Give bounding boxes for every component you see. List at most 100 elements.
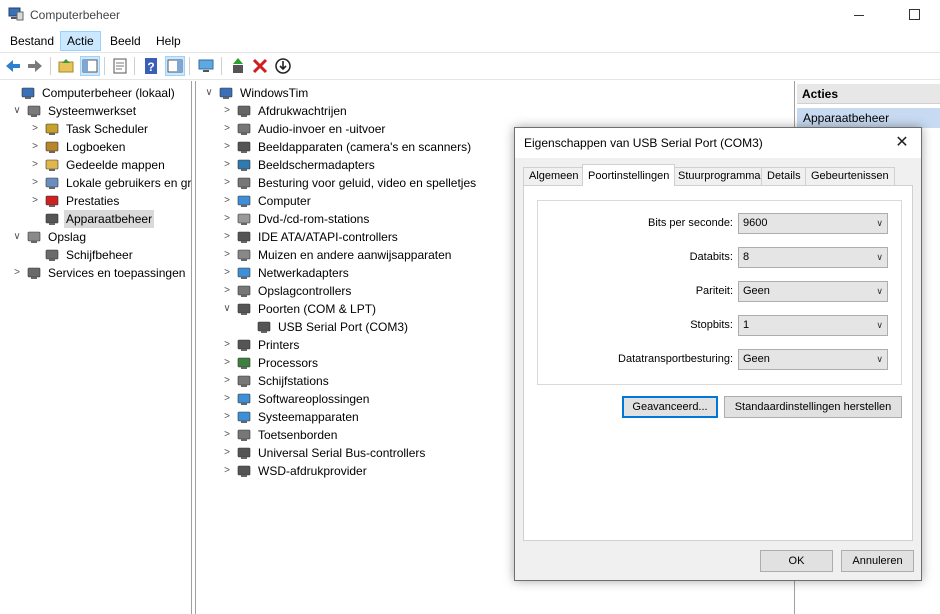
chevron-right-icon[interactable]: >	[220, 246, 234, 264]
chevron-right-icon[interactable]: >	[220, 282, 234, 300]
tree-item-label: Universal Serial Bus-controllers	[258, 446, 426, 460]
parity-select[interactable]: Geen ∨	[738, 281, 888, 302]
tree-item-label: Lokale gebruikers en gro	[66, 176, 192, 190]
chevron-right-icon[interactable]: >	[220, 264, 234, 282]
chevron-right-icon[interactable]: >	[28, 138, 42, 156]
scan-hardware-icon[interactable]	[196, 56, 216, 76]
chevron-right-icon[interactable]: >	[220, 372, 234, 390]
chevron-down-icon: ∨	[876, 286, 883, 296]
tree-item-label: WSD-afdrukprovider	[258, 464, 367, 478]
chevron-right-icon[interactable]: >	[220, 192, 234, 210]
tab-poortinstellingen[interactable]: Poortinstellingen	[582, 164, 676, 186]
computer-management-icon	[8, 7, 24, 21]
close-icon[interactable]: ✕	[887, 130, 917, 156]
chevron-right-icon[interactable]: >	[220, 462, 234, 480]
chevron-right-icon[interactable]: >	[220, 354, 234, 372]
uninstall-device-icon[interactable]	[250, 56, 270, 76]
properties-icon[interactable]	[110, 56, 130, 76]
chevron-down-icon[interactable]: ∨	[10, 102, 24, 120]
bits-per-second-select[interactable]: 9600 ∨	[738, 213, 888, 234]
advanced-button[interactable]: Geavanceerd...	[622, 396, 718, 418]
tab-details[interactable]: Details	[761, 167, 807, 185]
bits-per-second-value: 9600	[743, 217, 768, 229]
tab-algemeen[interactable]: Algemeen	[523, 167, 585, 185]
menu-actie[interactable]: Actie	[60, 31, 101, 51]
ok-button[interactable]: OK	[760, 550, 833, 572]
ide-icon	[236, 229, 252, 245]
toolbar-separator	[134, 57, 135, 75]
tab-stuurprogramma[interactable]: Stuurprogramma	[672, 167, 767, 185]
toolbar-separator	[104, 57, 105, 75]
print-queue-icon	[236, 103, 252, 119]
tools-icon	[26, 103, 42, 119]
tree-item-label: Apparaatbeheer	[64, 210, 155, 228]
stopbits-label: Stopbits:	[690, 319, 733, 331]
stopbits-select[interactable]: 1 ∨	[738, 315, 888, 336]
chevron-right-icon[interactable]: >	[220, 390, 234, 408]
chevron-right-icon[interactable]: >	[220, 138, 234, 156]
software-icon	[236, 391, 252, 407]
system-device-icon	[236, 409, 252, 425]
menu-bestand[interactable]: Bestand	[4, 31, 60, 51]
flow-control-select[interactable]: Geen ∨	[738, 349, 888, 370]
databits-select[interactable]: 8 ∨	[738, 247, 888, 268]
keyboard-icon	[236, 427, 252, 443]
tree-item-label: Beeldapparaten (camera's en scanners)	[258, 140, 472, 154]
actions-item-apparaatbeheer[interactable]: Apparaatbeheer	[797, 108, 940, 128]
toolbar-separator	[50, 57, 51, 75]
chevron-right-icon[interactable]: >	[220, 102, 234, 120]
usb-icon	[236, 445, 252, 461]
chevron-down-icon[interactable]: ∨	[202, 84, 216, 102]
disk-icon	[44, 247, 60, 263]
update-driver-icon[interactable]	[228, 56, 248, 76]
tab-gebeurtenissen[interactable]: Gebeurtenissen	[805, 167, 895, 185]
chevron-right-icon[interactable]: >	[220, 426, 234, 444]
chevron-down-icon[interactable]: ∨	[220, 300, 234, 318]
chevron-right-icon[interactable]: >	[220, 210, 234, 228]
help-icon[interactable]: ?	[141, 56, 161, 76]
tree-item-label: Systeemwerkset	[48, 104, 137, 118]
toolbar-separator	[189, 57, 190, 75]
port-icon	[236, 301, 252, 317]
device-manager-icon	[44, 211, 60, 227]
chevron-right-icon[interactable]: >	[28, 156, 42, 174]
chevron-right-icon[interactable]: >	[28, 120, 42, 138]
chevron-right-icon[interactable]: >	[220, 120, 234, 138]
chevron-right-icon[interactable]: >	[220, 336, 234, 354]
tree-item-label: Prestaties	[66, 194, 120, 208]
chevron-right-icon[interactable]: >	[28, 174, 42, 192]
chevron-right-icon[interactable]: >	[220, 156, 234, 174]
tree-item-label: WindowsTim	[240, 86, 309, 100]
show-action-pane-icon[interactable]	[165, 56, 185, 76]
shared-folder-icon	[44, 157, 60, 173]
download-icon[interactable]	[273, 56, 293, 76]
computer-management-icon	[218, 85, 234, 101]
port-icon	[256, 319, 272, 335]
tree-item-label: Softwareoplossingen	[258, 392, 370, 406]
console-tree: Computerbeheer (lokaal) ∨ Systeemwerkset > T…	[0, 81, 192, 614]
chevron-down-icon[interactable]: ∨	[10, 228, 24, 246]
chevron-right-icon[interactable]: >	[28, 192, 42, 210]
cancel-button[interactable]: Annuleren	[841, 550, 914, 572]
menu-help[interactable]: Help	[150, 31, 187, 51]
chevron-right-icon[interactable]: >	[220, 174, 234, 192]
chevron-right-icon[interactable]: >	[220, 444, 234, 462]
chevron-right-icon[interactable]: >	[220, 408, 234, 426]
show-tree-icon[interactable]	[80, 56, 100, 76]
back-icon[interactable]	[3, 56, 23, 76]
port-settings-group: Bits per seconde: 9600 ∨ Databits: 8 ∨ P…	[537, 200, 902, 385]
maximize-button[interactable]	[890, 0, 936, 30]
tree-item-label: Logboeken	[66, 140, 126, 154]
minimize-button[interactable]	[836, 0, 882, 30]
menu-beeld[interactable]: Beeld	[104, 31, 147, 51]
display-adapter-icon	[236, 157, 252, 173]
restore-defaults-button[interactable]: Standaardinstellingen herstellen	[724, 396, 902, 418]
chevron-right-icon[interactable]: >	[10, 264, 24, 282]
up-folder-icon[interactable]	[56, 56, 76, 76]
chevron-right-icon[interactable]: >	[220, 228, 234, 246]
forward-icon[interactable]	[25, 56, 45, 76]
tree-item-label: Dvd-/cd-rom-stations	[258, 212, 370, 226]
